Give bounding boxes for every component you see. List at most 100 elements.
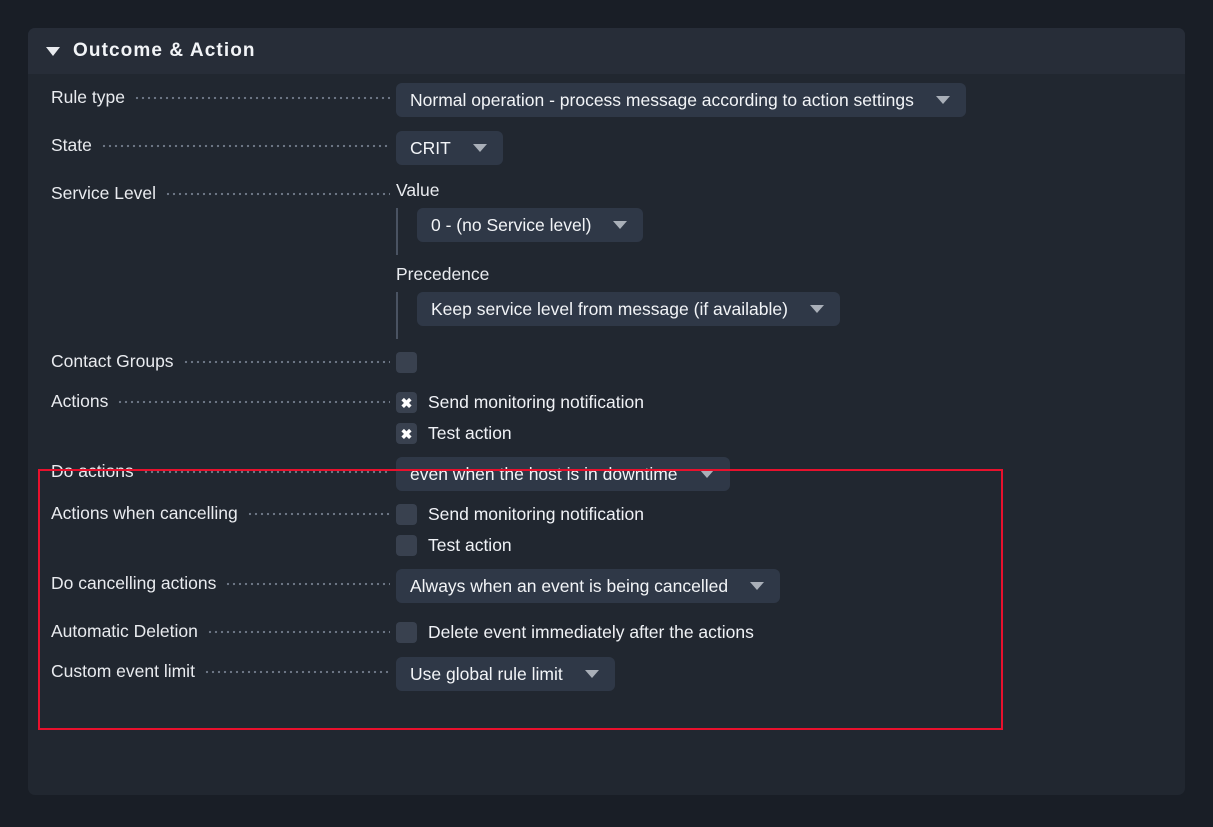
actions-label-test-action: Test action xyxy=(428,423,512,444)
page-title: Outcome & Action xyxy=(73,40,256,62)
rule-type-label-wrap: Rule type xyxy=(51,83,396,108)
spacer xyxy=(28,649,1185,657)
chevron-down-icon[interactable] xyxy=(613,221,627,229)
state-label: State xyxy=(51,135,92,156)
service-level-field: Value 0 - (no Service level) Precedence xyxy=(396,179,1185,339)
service-level-precedence-select[interactable]: Keep service level from message (if avai… xyxy=(417,292,840,326)
leader-dots xyxy=(101,144,390,148)
service-level-label-wrap: Service Level xyxy=(51,179,396,204)
service-level-value-group: Value 0 - (no Service level) xyxy=(396,179,1185,255)
actions-checkbox-send-monitoring-notification[interactable]: ✖ xyxy=(396,392,417,413)
row-do-actions: Do actions even when the host is in down… xyxy=(28,457,1185,491)
leader-dots xyxy=(247,512,390,516)
service-level-precedence-indent: Keep service level from message (if avai… xyxy=(396,292,1185,339)
actions-item[interactable]: ✖ Send monitoring notification xyxy=(396,387,1185,418)
automatic-deletion-label: Automatic Deletion xyxy=(51,621,198,642)
spacer xyxy=(28,603,1185,617)
service-level-precedence-group: Precedence Keep service level from messa… xyxy=(396,263,1185,339)
service-level-value: 0 - (no Service level) xyxy=(431,215,591,236)
actions-when-cancelling-label: Actions when cancelling xyxy=(51,503,238,524)
outcome-and-action-panel: Outcome & Action Rule type Normal operat… xyxy=(28,28,1185,795)
leader-dots xyxy=(143,470,390,474)
row-contact-groups: Contact Groups xyxy=(28,347,1185,379)
actions-checkbox-test-action[interactable]: ✖ xyxy=(396,423,417,444)
contact-groups-label: Contact Groups xyxy=(51,351,174,372)
actions-label-send-monitoring-notification: Send monitoring notification xyxy=(428,392,644,413)
chevron-down-icon[interactable] xyxy=(750,582,764,590)
row-service-level: Service Level Value 0 - (no Service leve… xyxy=(28,179,1185,339)
spacer xyxy=(28,379,1185,387)
do-actions-select[interactable]: even when the host is in downtime xyxy=(396,457,730,491)
chevron-down-icon[interactable] xyxy=(585,670,599,678)
row-actions: Actions ✖ Send monitoring notification ✖… xyxy=(28,387,1185,449)
service-level-value-indent: 0 - (no Service level) xyxy=(396,208,1185,255)
spacer xyxy=(28,339,1185,347)
actions-when-cancelling-label-wrap: Actions when cancelling xyxy=(51,499,396,524)
custom-event-limit-label: Custom event limit xyxy=(51,661,195,682)
custom-event-limit-select[interactable]: Use global rule limit xyxy=(396,657,615,691)
chevron-down-icon[interactable] xyxy=(473,144,487,152)
actions-label: Actions xyxy=(51,391,108,412)
row-actions-when-cancelling: Actions when cancelling Send monitoring … xyxy=(28,499,1185,561)
leader-dots xyxy=(183,360,390,364)
do-cancelling-actions-label: Do cancelling actions xyxy=(51,573,216,594)
chevron-down-icon[interactable] xyxy=(936,96,950,104)
do-actions-value: even when the host is in downtime xyxy=(410,464,678,485)
automatic-deletion-checkbox[interactable] xyxy=(396,622,417,643)
leader-dots xyxy=(207,630,390,634)
do-cancelling-actions-field: Always when an event is being cancelled xyxy=(396,569,1185,603)
rule-type-field: Normal operation - process message accor… xyxy=(396,83,1185,117)
leader-dots xyxy=(134,96,390,100)
row-rule-type: Rule type Normal operation - process mes… xyxy=(28,83,1185,117)
spacer xyxy=(28,449,1185,457)
leader-dots xyxy=(204,670,390,674)
state-field: CRIT xyxy=(396,131,1185,165)
triangle-down-icon[interactable] xyxy=(46,47,60,56)
rule-type-select[interactable]: Normal operation - process message accor… xyxy=(396,83,966,117)
service-level-precedence-value: Keep service level from message (if avai… xyxy=(431,299,788,320)
screen: Outcome & Action Rule type Normal operat… xyxy=(0,0,1213,827)
actions-when-cancelling-item[interactable]: Send monitoring notification xyxy=(396,499,1185,530)
do-cancelling-actions-select[interactable]: Always when an event is being cancelled xyxy=(396,569,780,603)
automatic-deletion-checkbox-label: Delete event immediately after the actio… xyxy=(428,622,754,643)
form-body: Rule type Normal operation - process mes… xyxy=(28,74,1185,691)
automatic-deletion-label-wrap: Automatic Deletion xyxy=(51,617,396,642)
chevron-down-icon[interactable] xyxy=(810,305,824,313)
spacer xyxy=(28,491,1185,499)
custom-event-limit-value: Use global rule limit xyxy=(410,664,563,685)
automatic-deletion-item[interactable]: Delete event immediately after the actio… xyxy=(396,617,1185,648)
cancelling-label-test-action: Test action xyxy=(428,535,512,556)
cancelling-checkbox-send-monitoring-notification[interactable] xyxy=(396,504,417,525)
spacer xyxy=(28,117,1185,131)
service-level-value-select[interactable]: 0 - (no Service level) xyxy=(417,208,643,242)
do-cancelling-actions-label-wrap: Do cancelling actions xyxy=(51,569,396,594)
do-cancelling-actions-value: Always when an event is being cancelled xyxy=(410,576,728,597)
spacer xyxy=(28,561,1185,569)
actions-when-cancelling-item[interactable]: Test action xyxy=(396,530,1185,561)
contact-groups-checkbox[interactable] xyxy=(396,352,417,373)
rule-type-label: Rule type xyxy=(51,87,125,108)
spacer xyxy=(396,255,1185,263)
custom-event-limit-field: Use global rule limit xyxy=(396,657,1185,691)
contact-groups-check-line xyxy=(396,347,1185,378)
leader-dots xyxy=(117,400,390,404)
actions-label-wrap: Actions xyxy=(51,387,396,412)
actions-when-cancelling-field: Send monitoring notification Test action xyxy=(396,499,1185,561)
row-custom-event-limit: Custom event limit Use global rule limit xyxy=(28,657,1185,691)
actions-field: ✖ Send monitoring notification ✖ Test ac… xyxy=(396,387,1185,449)
do-actions-field: even when the host is in downtime xyxy=(396,457,1185,491)
service-level-label: Service Level xyxy=(51,183,156,204)
actions-item[interactable]: ✖ Test action xyxy=(396,418,1185,449)
contact-groups-label-wrap: Contact Groups xyxy=(51,347,396,372)
cancelling-checkbox-test-action[interactable] xyxy=(396,535,417,556)
contact-groups-field xyxy=(396,347,1185,378)
cancelling-label-send-monitoring-notification: Send monitoring notification xyxy=(428,504,644,525)
leader-dots xyxy=(225,582,390,586)
row-do-cancelling-actions: Do cancelling actions Always when an eve… xyxy=(28,569,1185,603)
custom-event-limit-label-wrap: Custom event limit xyxy=(51,657,396,682)
chevron-down-icon[interactable] xyxy=(700,470,714,478)
section-header[interactable]: Outcome & Action xyxy=(28,28,1185,74)
service-level-value-caption: Value xyxy=(396,180,1185,201)
state-select[interactable]: CRIT xyxy=(396,131,503,165)
state-value: CRIT xyxy=(410,138,451,159)
